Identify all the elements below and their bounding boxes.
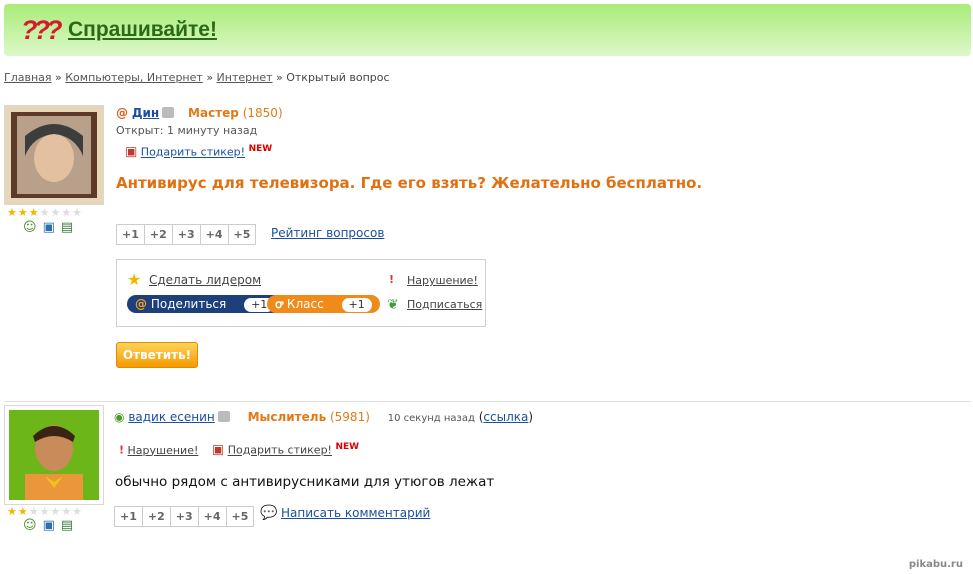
- vote-1[interactable]: +1: [117, 225, 145, 244]
- subscribe-link[interactable]: Подписаться: [407, 298, 482, 311]
- author-menu-dropdown[interactable]: [217, 411, 230, 422]
- avatar-image: [5, 106, 103, 204]
- answer-permalink[interactable]: ссылка: [483, 410, 528, 424]
- breadcrumb: Главная » Компьютеры, Интернет » Интерне…: [4, 71, 390, 84]
- vote-2[interactable]: +2: [143, 507, 171, 526]
- vote-4[interactable]: +4: [199, 507, 227, 526]
- author-menu-dropdown[interactable]: [162, 107, 175, 118]
- share-button[interactable]: @ Поделиться +1: [127, 295, 283, 313]
- mail-icon: @: [135, 297, 147, 311]
- gift-icon: ▣: [125, 144, 138, 160]
- write-comment-link[interactable]: Написать комментарий: [281, 506, 430, 520]
- vote-2[interactable]: +2: [145, 225, 173, 244]
- new-badge: NEW: [335, 442, 360, 452]
- answer-gift-link[interactable]: Подарить стикер!: [228, 444, 332, 457]
- question-text: Антивирус для телевизора. Где его взять?…: [116, 174, 703, 192]
- avatar-image: [9, 410, 99, 500]
- share-label: Поделиться: [150, 297, 227, 311]
- question-avatar[interactable]: [4, 105, 104, 205]
- vote-3[interactable]: +3: [171, 507, 199, 526]
- answer-author-icons: ☺▣▤: [23, 518, 79, 533]
- question-author-name[interactable]: Дин: [132, 106, 159, 120]
- video-icon[interactable]: ▤: [61, 518, 79, 533]
- question-votes: +1 +2 +3 +4 +5: [116, 224, 257, 245]
- breadcrumb-home[interactable]: Главная: [4, 71, 52, 84]
- site-header: ??? Спрашивайте!: [4, 4, 971, 56]
- site-title-link[interactable]: Спрашивайте!: [68, 18, 217, 42]
- breadcrumb-current: Открытый вопрос: [286, 71, 390, 84]
- logo-icon[interactable]: ???: [21, 15, 63, 46]
- make-leader-link[interactable]: Сделать лидером: [149, 273, 261, 287]
- ok-icon: ꝍ: [275, 297, 284, 311]
- new-badge: NEW: [248, 144, 273, 154]
- vote-1[interactable]: +1: [115, 507, 143, 526]
- question-author-stars: ★★★★★★★: [7, 206, 84, 219]
- answer-author-line: ◉ вадик есенин Мыслитель (5981) 10 секун…: [114, 410, 534, 424]
- klass-label: Класс: [286, 297, 324, 311]
- answer-button[interactable]: Ответить!: [116, 342, 198, 368]
- answer-author-stars: ★★★★★★★: [7, 505, 84, 518]
- answer-violation-link[interactable]: Нарушение!: [128, 444, 199, 457]
- question-opened-time: Открыт: 1 минуту назад: [116, 124, 258, 137]
- answer-time: 10 секунд назад: [387, 413, 475, 424]
- photo-icon[interactable]: ▣: [43, 220, 61, 235]
- question-author-line: @ Дин Мастер (1850): [116, 106, 283, 120]
- question-gift-row: ▣ Подарить стикер! NEW: [125, 144, 272, 160]
- mail-at-icon: @: [116, 106, 128, 120]
- question-author-rank: Мастер: [188, 106, 239, 120]
- divider: [4, 401, 971, 402]
- watermark: pikabu.ru: [908, 559, 963, 570]
- question-author-points: (1850): [242, 106, 283, 120]
- violation-icon: !: [389, 273, 395, 286]
- answer-votes: +1 +2 +3 +4 +5: [114, 506, 255, 527]
- rating-link[interactable]: Рейтинг вопросов: [271, 226, 384, 240]
- vote-5[interactable]: +5: [227, 507, 254, 526]
- breadcrumb-category[interactable]: Компьютеры, Интернет: [65, 71, 203, 84]
- vote-5[interactable]: +5: [229, 225, 256, 244]
- answer-author-rank: Мыслитель: [247, 410, 327, 424]
- answer-avatar[interactable]: [4, 405, 104, 505]
- video-icon[interactable]: ▤: [61, 220, 79, 235]
- photo-icon[interactable]: ▣: [43, 518, 61, 533]
- violation-link[interactable]: Нарушение!: [407, 274, 478, 287]
- question-author-icons: ☺▣▤: [23, 220, 79, 235]
- subscribe-icon: ❦: [387, 297, 399, 313]
- vote-3[interactable]: +3: [173, 225, 201, 244]
- question-gift-link[interactable]: Подарить стикер!: [141, 146, 245, 159]
- violation-icon: !: [119, 443, 125, 457]
- vote-4[interactable]: +4: [201, 225, 229, 244]
- status-icon: ◉: [114, 410, 125, 424]
- breadcrumb-subcategory[interactable]: Интернет: [217, 71, 273, 84]
- gift-icon: ▣: [211, 442, 225, 458]
- answer-author-points: (5981): [329, 410, 370, 424]
- answer-text: обычно рядом с антивирусниками для утюго…: [115, 474, 495, 490]
- klass-count: +1: [341, 298, 372, 312]
- answer-actions-row: ! Нарушение! ▣ Подарить стикер! NEW: [119, 442, 359, 458]
- friends-icon[interactable]: ☺: [23, 518, 43, 533]
- share-box: ★ Сделать лидером ! Нарушение! @ Поделит…: [116, 259, 486, 327]
- comment-icon: 💬: [260, 505, 278, 521]
- klass-button[interactable]: ꝍ Класс +1: [267, 295, 380, 313]
- answer-author-name[interactable]: вадик есенин: [128, 410, 214, 424]
- star-icon: ★: [127, 270, 142, 289]
- friends-icon[interactable]: ☺: [23, 220, 43, 235]
